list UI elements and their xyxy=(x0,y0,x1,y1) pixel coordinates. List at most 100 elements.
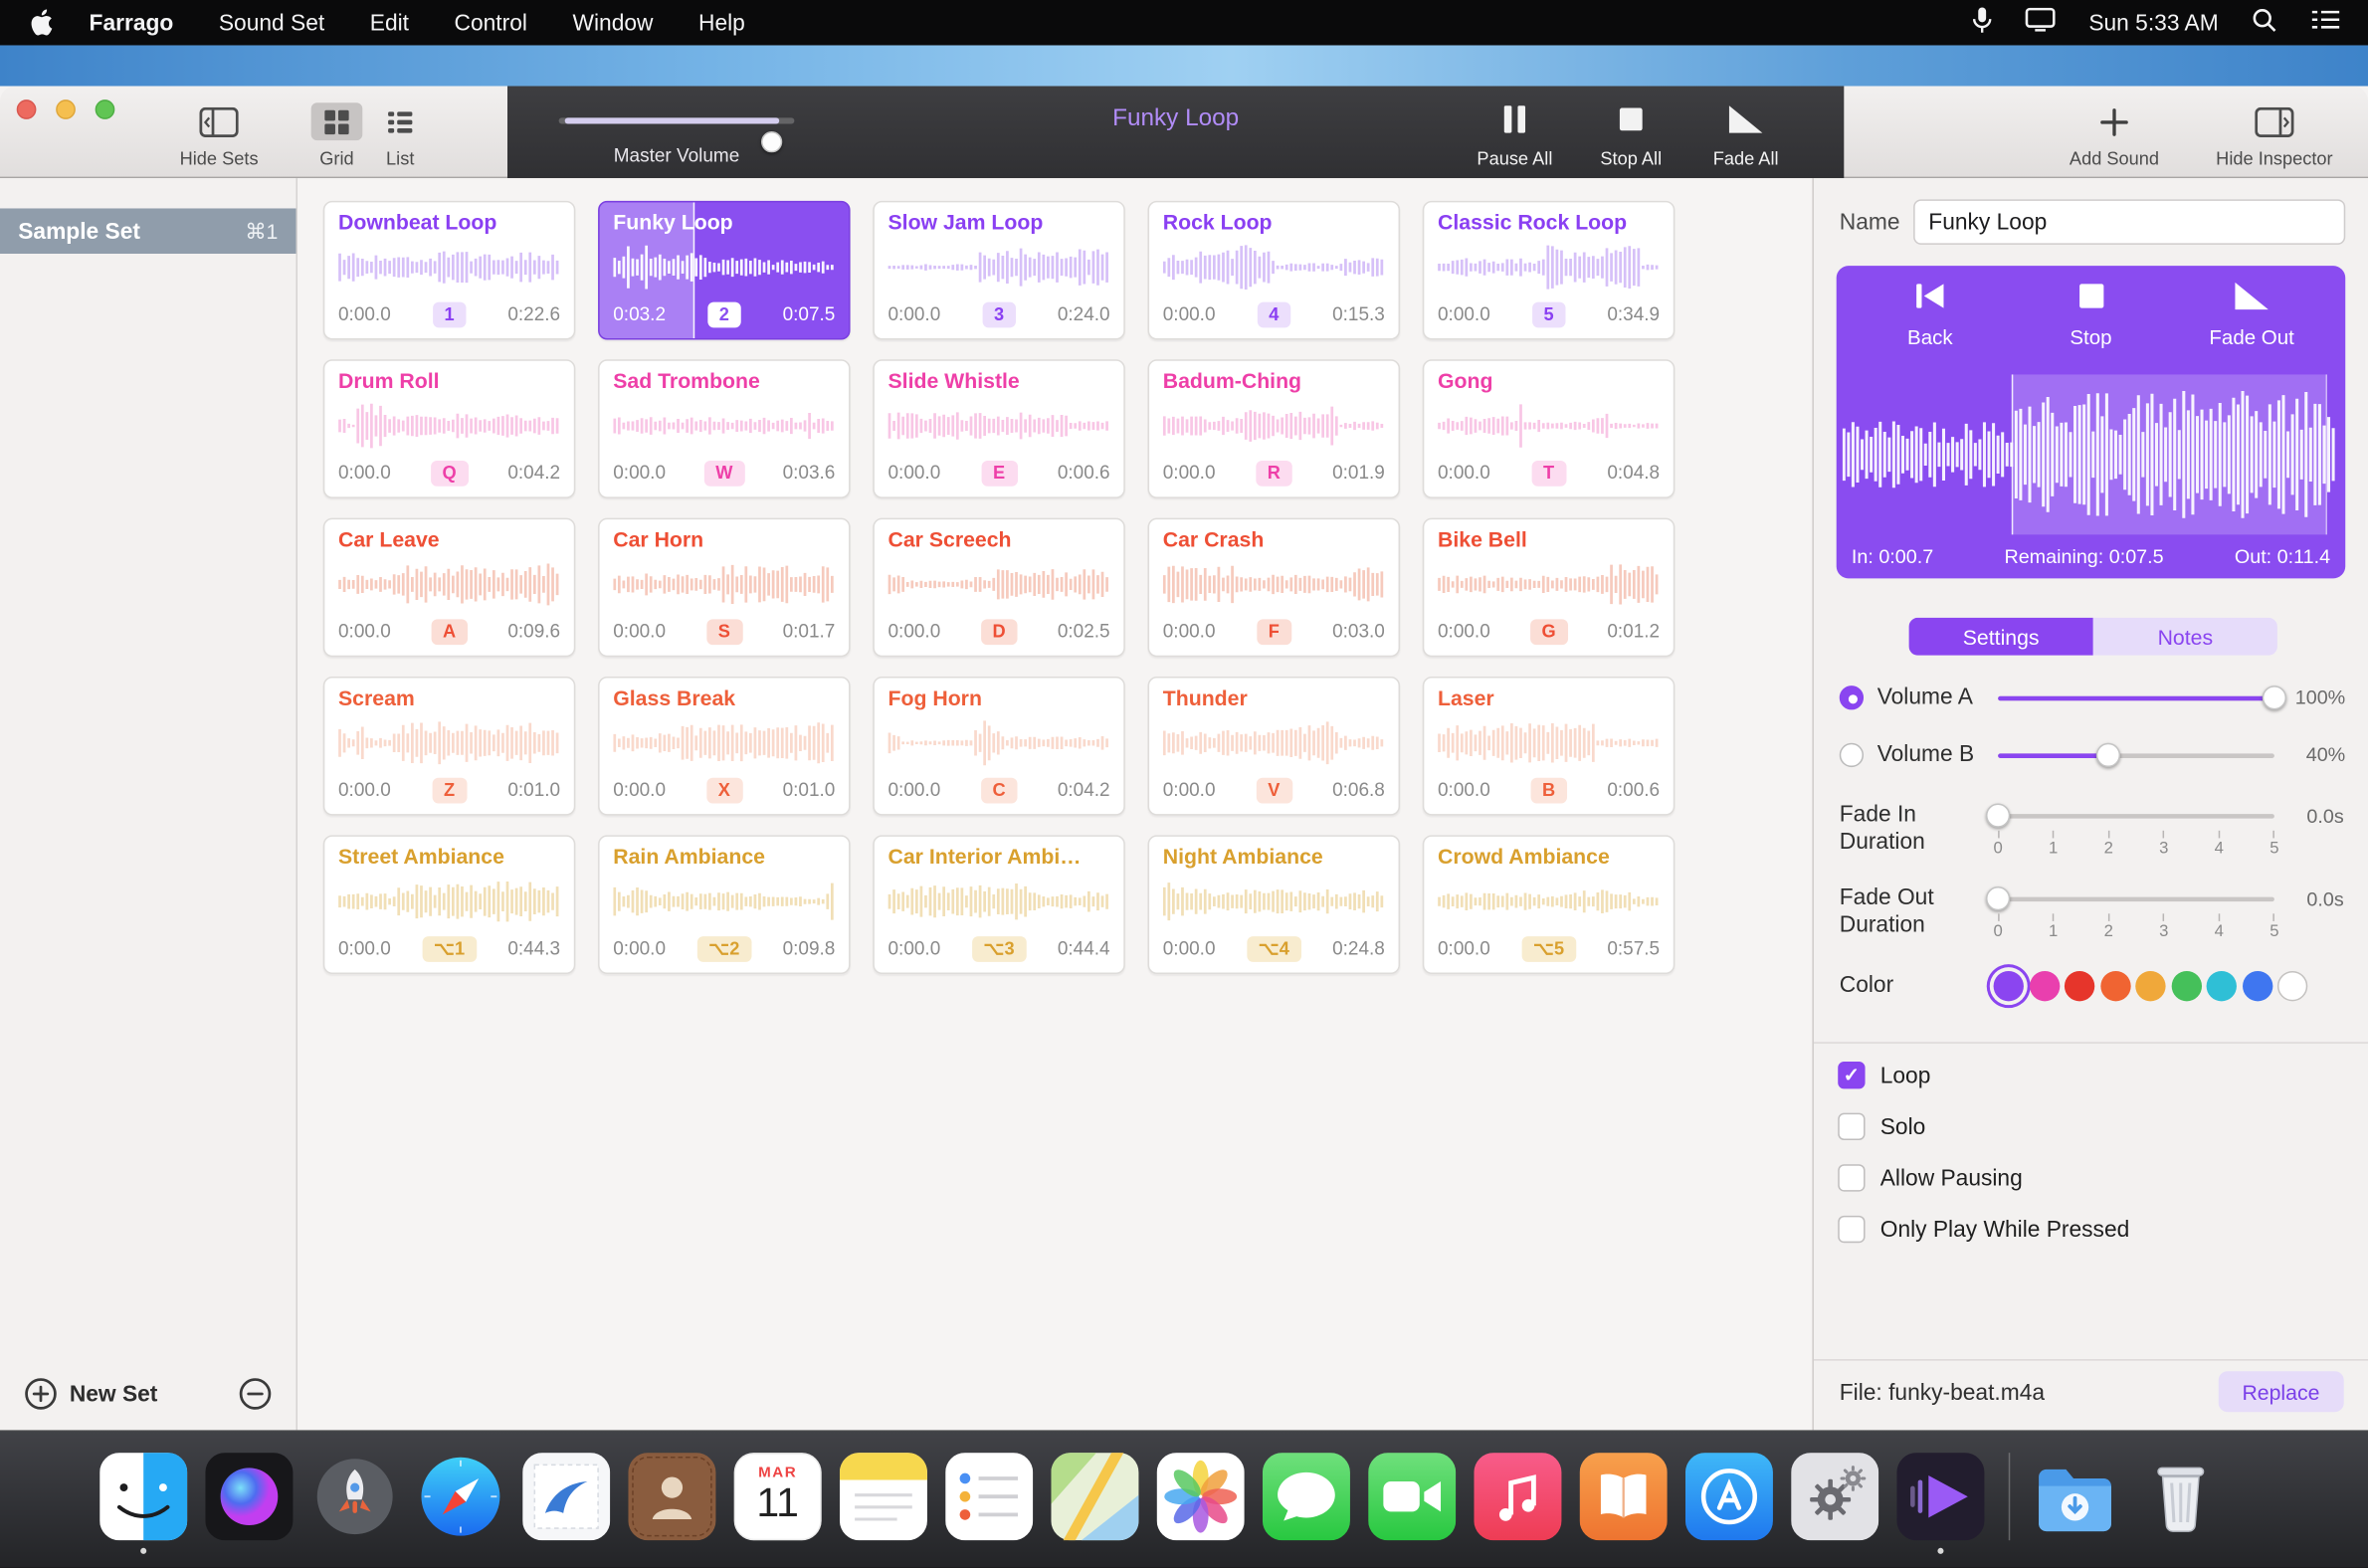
sound-tile[interactable]: Street Ambiance0:00.0⌥10:44.3 xyxy=(323,835,575,974)
color-swatch[interactable] xyxy=(2171,971,2201,1001)
volume-b-slider[interactable] xyxy=(1998,743,2274,767)
color-swatch[interactable] xyxy=(2065,971,2094,1001)
dock-appstore-icon[interactable] xyxy=(1685,1453,1773,1540)
sound-tile[interactable]: Glass Break0:00.0X0:01.0 xyxy=(598,677,850,816)
sound-tile[interactable]: Badum-Ching0:00.0R0:01.9 xyxy=(1148,359,1400,498)
sound-tile[interactable]: Thunder0:00.0V0:06.8 xyxy=(1148,677,1400,816)
color-swatch[interactable] xyxy=(2029,971,2059,1001)
sound-tile[interactable]: Rock Loop0:00.040:15.3 xyxy=(1148,201,1400,340)
dock-trash-icon[interactable] xyxy=(2137,1453,2225,1540)
volume-b-radio[interactable] xyxy=(1840,743,1864,767)
dock-farrago-icon[interactable] xyxy=(1896,1453,1984,1540)
dock-reminders-icon[interactable] xyxy=(945,1453,1033,1540)
apple-menu-icon[interactable] xyxy=(30,9,53,36)
menu-window[interactable]: Window xyxy=(572,10,653,36)
dock-music-icon[interactable] xyxy=(1474,1453,1561,1540)
dock-contacts-icon[interactable] xyxy=(628,1453,715,1540)
sound-tile[interactable]: Night Ambiance0:00.0⌥40:24.8 xyxy=(1148,835,1400,974)
search-icon[interactable] xyxy=(2252,7,2277,39)
dock-finder-icon[interactable] xyxy=(99,1453,187,1540)
sound-tile[interactable]: Drum Roll0:00.0Q0:04.2 xyxy=(323,359,575,498)
fade-in-knob[interactable] xyxy=(1986,803,2010,827)
sound-tile[interactable]: Car Leave0:00.0A0:09.6 xyxy=(323,518,575,658)
dock-photos-icon[interactable] xyxy=(1157,1453,1245,1540)
checkbox[interactable] xyxy=(1838,1164,1865,1191)
color-swatch[interactable] xyxy=(2242,971,2271,1001)
checkbox[interactable] xyxy=(1838,1216,1865,1243)
fade-all-button[interactable]: Fade All xyxy=(1693,104,1799,169)
new-set-label[interactable]: New Set xyxy=(70,1381,158,1407)
volume-a-slider[interactable] xyxy=(1998,686,2274,709)
checkbox-row[interactable]: Only Play While Pressed xyxy=(1838,1204,2343,1256)
fade-out-button[interactable]: Fade Out xyxy=(2182,281,2321,348)
notification-center-icon[interactable] xyxy=(2310,9,2340,36)
menu-sound-set[interactable]: Sound Set xyxy=(219,10,324,36)
tab-settings[interactable]: Settings xyxy=(1909,618,2093,656)
checkbox[interactable] xyxy=(1838,1113,1865,1140)
grid-view-button[interactable]: Grid xyxy=(306,102,367,169)
inspector-waveform[interactable] xyxy=(1843,379,2339,530)
replace-button[interactable]: Replace xyxy=(2218,1371,2344,1412)
tab-notes[interactable]: Notes xyxy=(2093,618,2277,656)
dock-notes-icon[interactable] xyxy=(840,1453,927,1540)
stop-all-button[interactable]: Stop All xyxy=(1578,104,1683,169)
dock-messages-icon[interactable] xyxy=(1263,1453,1350,1540)
pause-all-button[interactable]: Pause All xyxy=(1462,104,1567,169)
sound-tile[interactable]: Bike Bell0:00.0G0:01.2 xyxy=(1423,518,1675,658)
fade-out-knob[interactable] xyxy=(1986,886,2010,910)
checkbox[interactable]: ✓ xyxy=(1838,1062,1865,1088)
dock-safari-icon[interactable] xyxy=(417,1453,504,1540)
dock-books-icon[interactable] xyxy=(1580,1453,1668,1540)
dock-launchpad-icon[interactable] xyxy=(311,1453,399,1540)
color-swatch[interactable] xyxy=(2277,971,2307,1001)
list-view-button[interactable]: List xyxy=(370,102,431,169)
sound-tile[interactable]: Car Crash0:00.0F0:03.0 xyxy=(1148,518,1400,658)
sound-tile[interactable]: Gong0:00.0T0:04.8 xyxy=(1423,359,1675,498)
sound-tile[interactable]: Downbeat Loop0:00.010:22.6 xyxy=(323,201,575,340)
color-swatch[interactable] xyxy=(2100,971,2130,1001)
fade-out-slider[interactable] xyxy=(1998,886,2274,910)
sound-tile[interactable]: Slide Whistle0:00.0E0:00.6 xyxy=(873,359,1124,498)
sound-tile[interactable]: Classic Rock Loop0:00.050:34.9 xyxy=(1423,201,1675,340)
back-button[interactable]: Back xyxy=(1861,281,2000,348)
volume-b-knob[interactable] xyxy=(2096,743,2120,767)
mic-icon[interactable] xyxy=(1972,5,1992,40)
menu-control[interactable]: Control xyxy=(455,10,527,36)
color-swatch[interactable] xyxy=(2207,971,2237,1001)
checkbox-row[interactable]: Solo xyxy=(1838,1101,2343,1153)
add-set-button[interactable] xyxy=(24,1377,57,1410)
sound-tile[interactable]: Scream0:00.0Z0:01.0 xyxy=(323,677,575,816)
sound-tile[interactable]: Fog Horn0:00.0C0:04.2 xyxy=(873,677,1124,816)
fade-out-track[interactable] xyxy=(1998,896,2274,901)
waveform-selection[interactable] xyxy=(2012,374,2327,534)
sidebar-set-item[interactable]: Sample Set⌘1 xyxy=(0,208,296,254)
zoom-button[interactable] xyxy=(96,99,115,119)
display-icon[interactable] xyxy=(2026,8,2056,38)
dock-prefs-icon[interactable] xyxy=(1791,1453,1878,1540)
menu-edit[interactable]: Edit xyxy=(370,10,409,36)
dock-siri-icon[interactable] xyxy=(205,1453,293,1540)
sound-tile[interactable]: Funky Loop0:03.220:07.5 xyxy=(598,201,850,340)
dock-mail-icon[interactable] xyxy=(522,1453,610,1540)
sound-name-input[interactable] xyxy=(1913,199,2345,245)
sound-tile[interactable]: Rain Ambiance0:00.0⌥20:09.8 xyxy=(598,835,850,974)
fade-in-slider[interactable] xyxy=(1998,803,2274,827)
color-swatch[interactable] xyxy=(1994,971,2024,1001)
sound-tile[interactable]: Crowd Ambiance0:00.0⌥50:57.5 xyxy=(1423,835,1675,974)
dock-calendar-icon[interactable]: MAR11 xyxy=(734,1453,822,1540)
dock-facetime-icon[interactable] xyxy=(1368,1453,1456,1540)
stop-button[interactable]: Stop xyxy=(2022,281,2161,348)
menu-clock[interactable]: Sun 5:33 AM xyxy=(2088,10,2218,36)
dock-maps-icon[interactable] xyxy=(1051,1453,1138,1540)
color-swatch[interactable] xyxy=(2135,971,2165,1001)
sound-tile[interactable]: Car Horn0:00.0S0:01.7 xyxy=(598,518,850,658)
sound-tile[interactable]: Car Screech0:00.0D0:02.5 xyxy=(873,518,1124,658)
sound-tile[interactable]: Car Interior Ambi…0:00.0⌥30:44.4 xyxy=(873,835,1124,974)
checkbox-row[interactable]: ✓Loop xyxy=(1838,1050,2343,1101)
menu-help[interactable]: Help xyxy=(698,10,745,36)
checkbox-row[interactable]: Allow Pausing xyxy=(1838,1152,2343,1204)
fade-in-track[interactable] xyxy=(1998,813,2274,818)
minimize-button[interactable] xyxy=(56,99,76,119)
volume-a-radio[interactable] xyxy=(1840,686,1864,709)
close-button[interactable] xyxy=(17,99,37,119)
